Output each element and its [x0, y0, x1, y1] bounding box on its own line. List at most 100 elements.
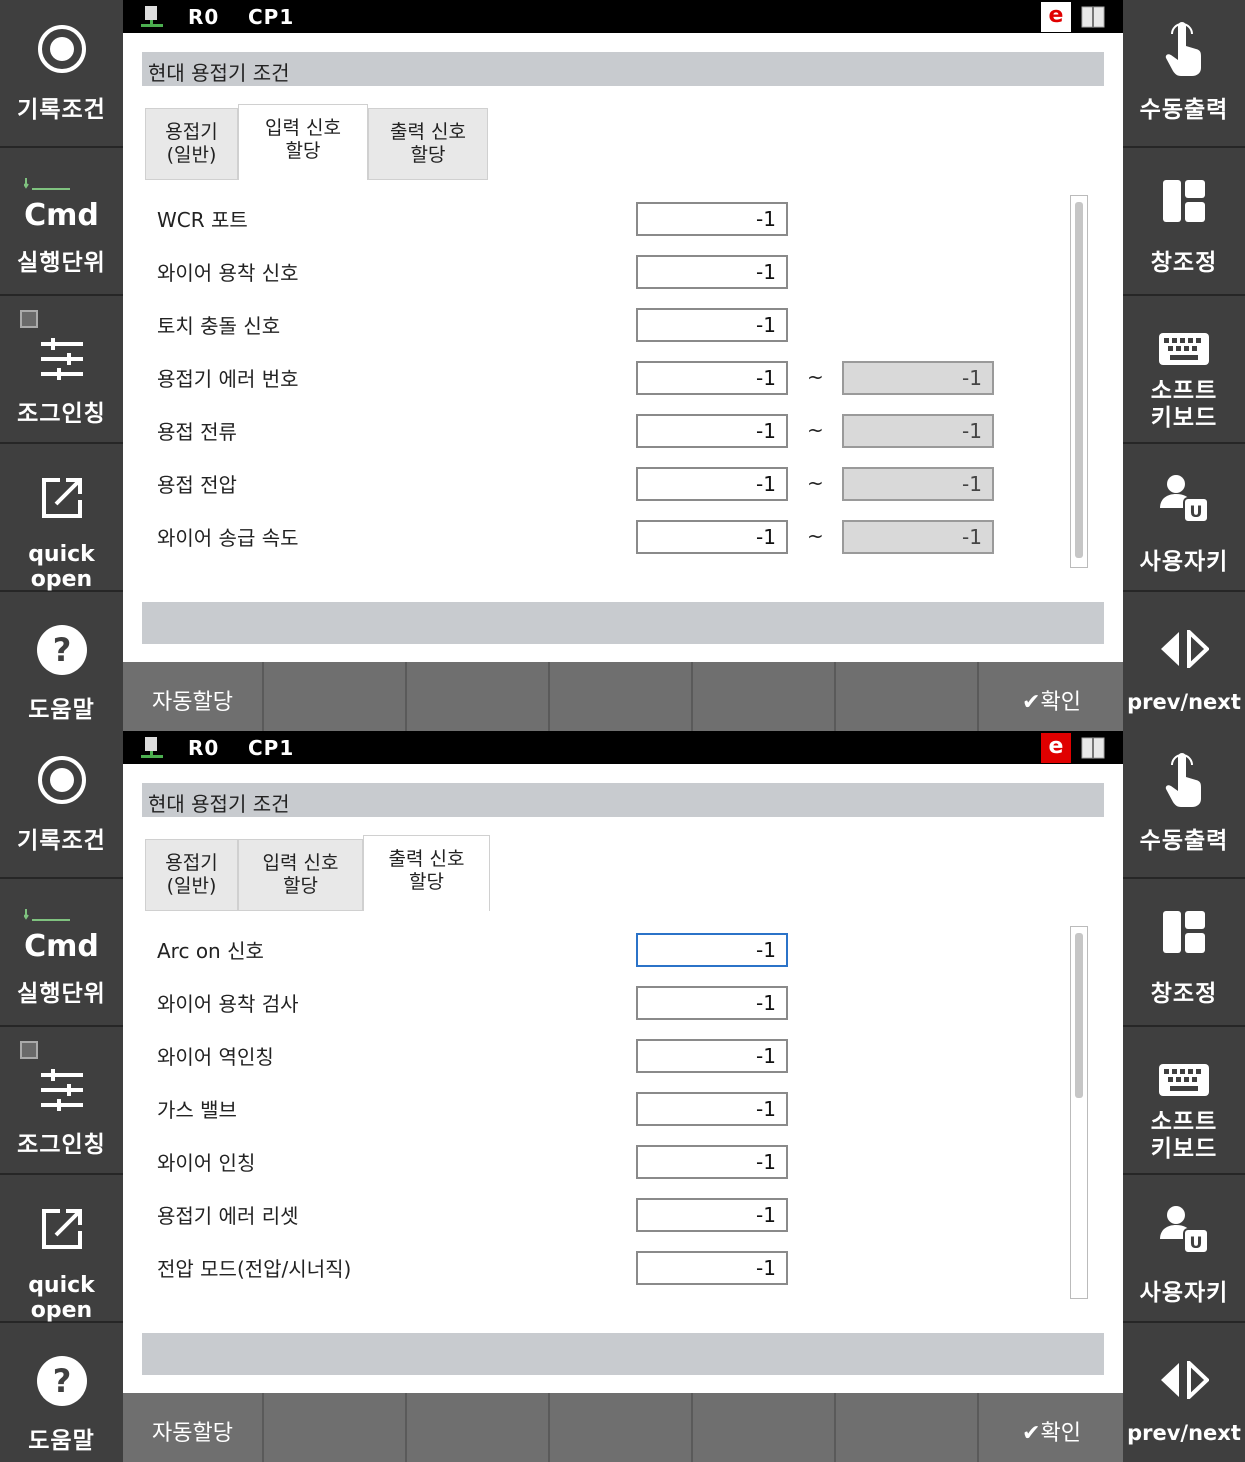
tab-output-signal[interactable]: 출력 신호 할당: [368, 108, 488, 180]
jog-checkbox[interactable]: [20, 310, 38, 328]
tab-general-line1: 용접기: [165, 852, 218, 874]
help-button[interactable]: ? 도움말: [0, 1323, 123, 1462]
wire-inching-field[interactable]: -1: [636, 1145, 788, 1179]
wire-retract-field[interactable]: -1: [636, 1039, 788, 1073]
tab-general[interactable]: 용접기 (일반): [145, 108, 238, 180]
wire-stick-check-field[interactable]: -1: [636, 986, 788, 1020]
scroll-thumb[interactable]: [1075, 202, 1083, 558]
function-button-empty[interactable]: [266, 662, 407, 731]
manual-output-button[interactable]: 수동출력: [1123, 731, 1245, 879]
right-sidebar: 수동출력 창조정 소프트 키보드 U 사용자키 prev/next: [1123, 0, 1245, 731]
jog-inching-label: 조그인칭: [17, 401, 106, 427]
quick-open-button[interactable]: quick open: [0, 444, 123, 592]
auto-assign-button[interactable]: 자동할당: [123, 662, 264, 731]
function-button-empty[interactable]: [838, 1393, 979, 1462]
user-key-button[interactable]: U 사용자키: [1123, 1175, 1245, 1323]
window-adjust-button[interactable]: 창조정: [1123, 148, 1245, 296]
window-adjust-button[interactable]: 창조정: [1123, 879, 1245, 1027]
tab-output-signal[interactable]: 출력 신호 할당: [363, 835, 490, 911]
error-badge[interactable]: e: [1041, 2, 1071, 32]
function-button-empty[interactable]: [552, 1393, 693, 1462]
dialog-title: 현대 용접기 조건: [148, 792, 290, 816]
confirm-button[interactable]: ✔확인: [981, 662, 1122, 731]
quick-open-button[interactable]: quick open: [0, 1175, 123, 1323]
manual-output-label: 수동출력: [1139, 97, 1229, 123]
function-bar: 자동할당 ✔확인: [123, 1393, 1123, 1462]
scroll-thumb[interactable]: [1075, 933, 1083, 1098]
row-label: 가스 밸브: [157, 1098, 237, 1122]
arc-on-signal-field[interactable]: -1: [636, 933, 788, 967]
row-label: WCR 포트: [157, 208, 248, 232]
book-icon[interactable]: [1081, 737, 1105, 759]
vertical-scrollbar[interactable]: [1070, 926, 1088, 1299]
function-button-empty[interactable]: [409, 662, 550, 731]
soft-keyboard-button[interactable]: 소프트 키보드: [1123, 296, 1245, 444]
user-key-button[interactable]: U 사용자키: [1123, 444, 1245, 592]
exec-unit-button[interactable]: Cmd 실행단위: [0, 879, 123, 1027]
help-label: 도움말: [28, 1428, 95, 1454]
soft-keyboard-line2: 키보드: [1150, 1136, 1218, 1162]
dialog-title: 현대 용접기 조건: [148, 61, 290, 85]
dialog-area: R0 CP1 e 현대 용접기 조건 용접기 (일반) 입력 신호 할당 출력 …: [123, 0, 1123, 731]
help-button[interactable]: ? 도움말: [0, 592, 123, 731]
tab-general-line2: (일반): [166, 144, 217, 166]
gas-valve-field[interactable]: -1: [636, 1092, 788, 1126]
user-key-icon: U: [1160, 475, 1209, 523]
function-button-empty[interactable]: [695, 662, 836, 731]
output-signal-form: Arc on 신호 -1 와이어 용착 검사 -1 와이어 역인칭 -1 가스 …: [142, 911, 1104, 1311]
error-badge[interactable]: e: [1041, 733, 1071, 763]
torch-collision-field[interactable]: -1: [636, 308, 788, 342]
exec-unit-button[interactable]: Cmd 실행단위: [0, 148, 123, 296]
keyboard-icon: [1159, 1064, 1209, 1096]
confirm-button[interactable]: ✔확인: [981, 1393, 1122, 1462]
message-bar: [142, 602, 1104, 644]
soft-keyboard-button[interactable]: 소프트 키보드: [1123, 1027, 1245, 1175]
error-number-start-field[interactable]: -1: [636, 361, 788, 395]
wire-feed-speed-start-field[interactable]: -1: [636, 520, 788, 554]
row-label: 토치 충돌 신호: [157, 314, 281, 338]
record-condition-button[interactable]: 기록조건: [0, 0, 123, 148]
dialog-area: R0 CP1 e 현대 용접기 조건 용접기 (일반) 입력 신호 할당 출력 …: [123, 731, 1123, 1462]
error-number-end-field: -1: [842, 361, 994, 395]
status-bar: R0 CP1 e: [123, 731, 1123, 764]
prev-next-button[interactable]: prev/next: [1123, 592, 1245, 731]
function-button-empty[interactable]: [695, 1393, 836, 1462]
dialog-title-bar: 현대 용접기 조건: [142, 52, 1104, 86]
voltage-mode-field[interactable]: -1: [636, 1251, 788, 1285]
jog-inching-button[interactable]: 조그인칭: [0, 1027, 123, 1175]
sliders-icon: [40, 1069, 83, 1111]
auto-assign-button[interactable]: 자동할당: [123, 1393, 264, 1462]
help-icon: ?: [36, 625, 87, 675]
tab-general[interactable]: 용접기 (일반): [145, 839, 238, 911]
jog-checkbox[interactable]: [20, 1041, 38, 1059]
record-condition-button[interactable]: 기록조건: [0, 731, 123, 879]
tab-input-signal[interactable]: 입력 신호 할당: [238, 839, 363, 911]
tab-output-line2: 할당: [409, 871, 444, 893]
wcr-port-field[interactable]: -1: [636, 202, 788, 236]
svg-text:?: ?: [52, 1362, 71, 1400]
book-icon[interactable]: [1081, 6, 1105, 28]
step-line-icon: [24, 178, 70, 190]
manual-output-button[interactable]: 수동출력: [1123, 0, 1245, 148]
tab-input-signal[interactable]: 입력 신호 할당: [238, 104, 368, 180]
function-button-empty[interactable]: [552, 662, 693, 731]
function-button-empty[interactable]: [409, 1393, 550, 1462]
weld-current-start-field[interactable]: -1: [636, 414, 788, 448]
function-button-empty[interactable]: [266, 1393, 407, 1462]
function-bar: 자동할당 ✔확인: [123, 662, 1123, 731]
function-button-empty[interactable]: [838, 662, 979, 731]
vertical-scrollbar[interactable]: [1070, 195, 1088, 568]
prev-next-icon: [1161, 1361, 1209, 1399]
prev-next-button[interactable]: prev/next: [1123, 1323, 1245, 1462]
step-line-icon: [24, 909, 70, 921]
soft-keyboard-label: 소프트 키보드: [1123, 378, 1245, 432]
jog-inching-button[interactable]: 조그인칭: [0, 296, 123, 444]
row-label: 와이어 역인칭: [157, 1045, 274, 1069]
wire-stick-signal-field[interactable]: -1: [636, 255, 788, 289]
row-label: 와이어 송급 속도: [157, 526, 299, 550]
welder-error-reset-field[interactable]: -1: [636, 1198, 788, 1232]
weld-voltage-start-field[interactable]: -1: [636, 467, 788, 501]
row-label: 용접 전압: [157, 473, 237, 497]
right-sidebar: 수동출력 창조정 소프트 키보드 U 사용자키 prev/next: [1123, 731, 1245, 1462]
tab-input-line2: 할당: [285, 140, 321, 162]
